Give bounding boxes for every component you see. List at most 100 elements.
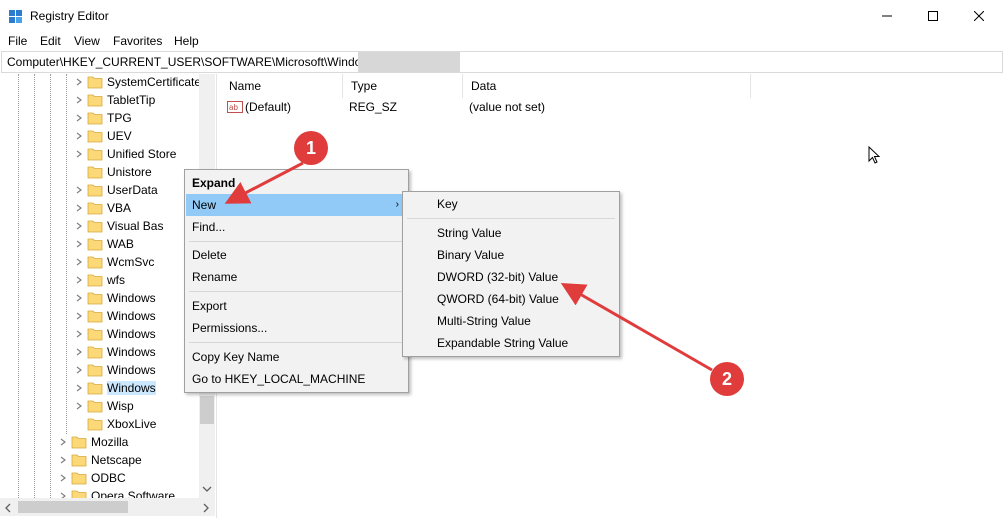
tree-item-label: wfs <box>107 273 125 287</box>
menu-separator <box>189 241 405 242</box>
menu-new-binary-value[interactable]: Binary Value <box>404 244 618 266</box>
folder-icon <box>87 184 103 197</box>
tree-item[interactable]: VBA <box>74 199 131 217</box>
tree-item-label: Unistore <box>107 165 152 179</box>
address-path[interactable]: Computer\HKEY_CURRENT_USER\SOFTWARE\Micr… <box>7 55 376 69</box>
menu-separator <box>407 218 615 219</box>
menu-view[interactable]: View <box>74 34 100 48</box>
menu-help[interactable]: Help <box>174 34 199 48</box>
chevron-right-icon[interactable] <box>74 401 84 411</box>
chevron-right-icon[interactable] <box>74 239 84 249</box>
chevron-right-icon[interactable] <box>74 113 84 123</box>
chevron-right-icon[interactable] <box>58 437 68 447</box>
chevron-right-icon[interactable] <box>74 365 84 375</box>
menu-favorites[interactable]: Favorites <box>113 34 162 48</box>
maximize-button[interactable] <box>910 0 956 32</box>
close-button[interactable] <box>956 0 1002 32</box>
tree-item[interactable]: XboxLive <box>74 415 156 433</box>
folder-icon <box>87 238 103 251</box>
menu-delete[interactable]: Delete <box>186 244 407 266</box>
tree-item[interactable]: TabletTip <box>74 91 155 109</box>
menu-new-string-value[interactable]: String Value <box>404 222 618 244</box>
tree-item[interactable]: Unistore <box>74 163 152 181</box>
column-data[interactable]: Data <box>463 74 751 98</box>
tree-scroll-thumb[interactable] <box>200 396 214 424</box>
tree-item[interactable]: UEV <box>74 127 132 145</box>
chevron-right-icon[interactable] <box>74 221 84 231</box>
chevron-right-icon[interactable] <box>74 311 84 321</box>
tree-item[interactable]: Windows <box>74 361 156 379</box>
tree-item[interactable]: Windows <box>74 379 156 397</box>
tree-item-label: UserData <box>107 183 158 197</box>
tree-item[interactable]: TPG <box>74 109 132 127</box>
tree-item[interactable]: Windows <box>74 325 156 343</box>
tree-item-label: Windows <box>107 381 156 395</box>
tree-item-label: Visual Bas <box>107 219 164 233</box>
chevron-right-icon[interactable] <box>74 329 84 339</box>
menu-copy-key-name[interactable]: Copy Key Name <box>186 346 407 368</box>
tree-item[interactable]: Netscape <box>58 451 142 469</box>
menu-new-expandable-string-value[interactable]: Expandable String Value <box>404 332 618 354</box>
chevron-right-icon[interactable] <box>74 203 84 213</box>
chevron-right-icon[interactable] <box>58 455 68 465</box>
folder-icon <box>87 274 103 287</box>
tree-item[interactable]: Visual Bas <box>74 217 163 235</box>
scroll-right-icon[interactable] <box>201 502 211 514</box>
menu-edit[interactable]: Edit <box>40 34 61 48</box>
key-tree[interactable]: SystemCertificate TabletTip TPG UEV Unified … <box>0 74 215 498</box>
address-bar[interactable]: Computer\HKEY_CURRENT_USER\SOFTWARE\Micr… <box>1 51 1003 73</box>
tree-item[interactable]: Windows <box>74 343 156 361</box>
tree-item[interactable]: Windows <box>74 307 156 325</box>
chevron-right-icon[interactable] <box>58 473 68 483</box>
chevron-right-icon[interactable] <box>74 293 84 303</box>
menu-expand[interactable]: Expand <box>186 172 407 194</box>
step-badge-2: 2 <box>710 362 744 396</box>
tree-item[interactable]: wfs <box>74 271 125 289</box>
tree-item[interactable]: Mozilla <box>58 433 128 451</box>
tree-item[interactable]: WcmSvc <box>74 253 154 271</box>
chevron-right-icon[interactable] <box>74 149 84 159</box>
svg-text:ab: ab <box>229 103 238 112</box>
folder-icon <box>87 202 103 215</box>
chevron-right-icon[interactable] <box>74 77 84 87</box>
tree-item[interactable]: UserData <box>74 181 158 199</box>
chevron-right-icon[interactable] <box>74 185 84 195</box>
menu-file[interactable]: File <box>8 34 27 48</box>
menu-new[interactable]: New › <box>186 194 407 216</box>
scroll-left-icon[interactable] <box>3 502 13 514</box>
column-type[interactable]: Type <box>343 74 463 98</box>
menu-new-dword-value[interactable]: DWORD (32-bit) Value <box>404 266 618 288</box>
scroll-down-icon[interactable] <box>201 484 213 494</box>
menu-export[interactable]: Export <box>186 295 407 317</box>
minimize-button[interactable] <box>864 0 910 32</box>
chevron-right-icon[interactable] <box>74 95 84 105</box>
chevron-right-icon[interactable] <box>58 491 68 498</box>
folder-icon <box>87 364 103 377</box>
tree-item[interactable]: Windows <box>74 289 156 307</box>
folder-icon <box>87 166 103 179</box>
menu-rename[interactable]: Rename <box>186 266 407 288</box>
menu-new-multi-string-value[interactable]: Multi-String Value <box>404 310 618 332</box>
tree-item-label: Unified Store <box>107 147 177 161</box>
chevron-right-icon[interactable] <box>74 257 84 267</box>
tree-item[interactable]: WAB <box>74 235 134 253</box>
menu-find[interactable]: Find... <box>186 216 407 238</box>
tree-item[interactable]: ODBC <box>58 469 126 487</box>
chevron-right-icon[interactable] <box>74 347 84 357</box>
tree-item[interactable]: Wisp <box>74 397 134 415</box>
menu-permissions[interactable]: Permissions... <box>186 317 407 339</box>
chevron-right-icon[interactable] <box>74 275 84 285</box>
column-name[interactable]: Name <box>221 74 343 98</box>
cursor-icon <box>868 146 881 164</box>
chevron-right-icon[interactable] <box>74 383 84 393</box>
menu-new-key[interactable]: Key <box>404 193 618 215</box>
tree-item[interactable]: SystemCertificate <box>74 74 201 91</box>
tree-item[interactable]: Opera Software <box>58 487 175 498</box>
tree-item[interactable]: Unified Store <box>74 145 176 163</box>
menu-go-to-hklm[interactable]: Go to HKEY_LOCAL_MACHINE <box>186 368 407 390</box>
maximize-icon <box>928 11 938 21</box>
menu-new-qword-value[interactable]: QWORD (64-bit) Value <box>404 288 618 310</box>
chevron-right-icon[interactable] <box>74 131 84 141</box>
tree-item-label: VBA <box>107 201 132 215</box>
tree-hscroll-thumb[interactable] <box>18 501 128 513</box>
